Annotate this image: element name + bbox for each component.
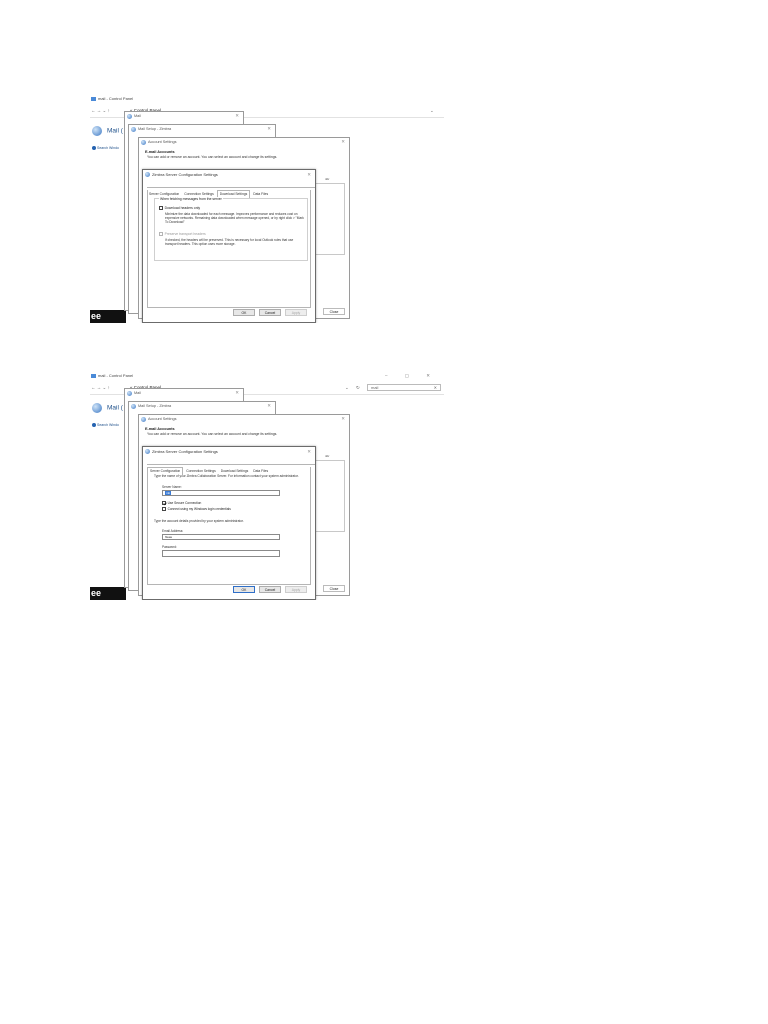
close-icon[interactable]: ✕ [235, 389, 239, 397]
control-panel-title: mail - Control Panel [98, 373, 134, 378]
clear-search-icon[interactable]: ✕ [434, 385, 437, 391]
email-address-field[interactable]: ftwas [162, 534, 280, 540]
account-intro-text: Type the account details provided by you… [154, 519, 244, 523]
close-button[interactable]: Close [323, 585, 345, 592]
dialog-buttons: OK Cancel Apply [229, 301, 307, 319]
ok-button[interactable]: OK [233, 309, 255, 316]
cancel-button[interactable]: Cancel [259, 309, 281, 316]
column-label: nbr [325, 177, 330, 181]
mail-icon [127, 390, 132, 396]
server-intro-text: Type the name of your Zimbra Collaborati… [154, 474, 299, 478]
search-input[interactable]: mail ✕ [367, 384, 441, 391]
close-icon[interactable]: ✕ [267, 125, 271, 133]
control-panel-title-bar: mail - Control Panel – ▢ ✕ [90, 372, 444, 380]
close-icon[interactable]: ✕ [341, 415, 345, 423]
mail-window-title: Mail [134, 114, 141, 118]
apply-button: Apply [285, 309, 307, 316]
email-address-label: Email Address: [162, 529, 184, 533]
nav-arrows[interactable]: ← → ⌄ ↑ [91, 383, 110, 392]
windows-login-option[interactable]: Connect using my Windows login credentia… [162, 507, 231, 511]
close-button[interactable]: Close [323, 308, 345, 315]
control-panel-icon [91, 97, 96, 101]
windows-login-checkbox[interactable] [162, 507, 166, 511]
control-panel-icon [91, 374, 96, 378]
cancel-button[interactable]: Cancel [259, 586, 281, 593]
zimbra-settings-dialog: Zimbra Server Configuration Settings ✕ Se… [142, 446, 316, 600]
control-panel-title-bar: mail - Control Panel [90, 95, 444, 103]
account-list-panel [315, 183, 345, 255]
zimbra-dialog-title: Zimbra Server Configuration Settings [152, 172, 218, 177]
preserve-headers-description: If checked, the headers will be preserve… [165, 238, 294, 246]
chevron-down-icon[interactable]: ⌄ [345, 383, 349, 392]
zimbra-icon [145, 448, 150, 454]
download-headers-only-option[interactable]: Download headers only [159, 206, 200, 210]
download-headers-description: Minimize the data downloaded for each me… [165, 212, 304, 224]
zimbra-icon [145, 171, 150, 177]
secure-connection-option[interactable]: Use Secure Connection [162, 501, 201, 505]
mail-globe-icon [92, 403, 102, 413]
server-name-label: Server Name: [162, 485, 182, 489]
search-windows-link[interactable]: Search Windo [92, 146, 119, 151]
ok-button[interactable]: OK [233, 586, 255, 593]
email-accounts-subtext: You can add or remove an account. You ca… [147, 155, 278, 159]
server-configuration-panel: Type the name of your Zimbra Collaborati… [147, 467, 311, 585]
chevron-down-icon[interactable]: ⌄ [430, 106, 434, 115]
email-accounts-heading: E-mail Accounts [145, 427, 175, 431]
preserve-headers-checkbox [159, 232, 163, 236]
mail-setup-title: Mail Setup - Zimbra [138, 404, 172, 408]
account-settings-icon [141, 416, 146, 422]
download-headers-checkbox[interactable] [159, 206, 163, 210]
server-name-field[interactable]: mb [162, 490, 280, 496]
mail-setup-icon [131, 126, 136, 132]
mail-setup-icon [131, 403, 136, 409]
close-icon[interactable]: ✕ [267, 402, 271, 410]
fetch-options-group: When fetching messages from the server D… [154, 197, 308, 261]
account-settings-icon [141, 139, 146, 145]
fetch-options-legend: When fetching messages from the server [159, 197, 223, 201]
account-settings-title: Account Settings [148, 417, 177, 421]
mail-heading: Mail ( [92, 126, 123, 136]
control-panel-title: mail - Control Panel [98, 96, 134, 101]
help-icon [92, 423, 96, 428]
help-icon [92, 146, 96, 151]
close-icon[interactable]: ✕ [307, 170, 311, 180]
mail-window-title: Mail [134, 391, 141, 395]
mail-icon [127, 113, 132, 119]
email-accounts-heading: E-mail Accounts [145, 150, 175, 154]
preserve-headers-option: Preserve transport headers [159, 232, 206, 236]
window-controls[interactable]: – ▢ ✕ [385, 372, 438, 380]
secure-connection-checkbox[interactable] [162, 501, 166, 505]
password-field[interactable] [162, 550, 280, 557]
tab-strip: Server Configuration Connection Settings D… [147, 457, 315, 475]
close-icon[interactable]: ✕ [235, 112, 239, 120]
screenshot-server-configuration: mail - Control Panel – ▢ ✕ ← → ⌄ ↑ « Con… [90, 372, 444, 600]
tools-banner: ee Tools [90, 587, 126, 600]
refresh-icon[interactable]: ↻ [356, 383, 360, 392]
account-list-panel [315, 460, 345, 532]
email-accounts-subtext: You can add or remove an account. You ca… [147, 432, 278, 436]
tools-banner: ee Tools [90, 310, 126, 323]
close-icon[interactable]: ✕ [341, 138, 345, 146]
column-label: nbr [325, 454, 330, 458]
download-settings-panel: When fetching messages from the server D… [147, 190, 311, 308]
dialog-buttons: OK Cancel Apply [229, 578, 307, 596]
screenshot-download-settings: mail - Control Panel ← → ⌄ ↑ « Control P… [90, 95, 444, 323]
zimbra-dialog-title: Zimbra Server Configuration Settings [152, 449, 218, 454]
close-icon[interactable]: ✕ [307, 447, 311, 457]
password-label: Password: [162, 545, 177, 549]
zimbra-settings-dialog: Zimbra Server Configuration Settings ✕ Se… [142, 169, 316, 323]
nav-arrows[interactable]: ← → ⌄ ↑ [91, 106, 110, 115]
search-windows-link[interactable]: Search Windo [92, 423, 119, 428]
mail-setup-title: Mail Setup - Zimbra [138, 127, 172, 131]
mail-globe-icon [92, 126, 102, 136]
mail-heading: Mail ( [92, 403, 123, 413]
apply-button: Apply [285, 586, 307, 593]
account-settings-title: Account Settings [148, 140, 177, 144]
tab-strip: Server Configuration Connection Settings D… [147, 180, 315, 198]
